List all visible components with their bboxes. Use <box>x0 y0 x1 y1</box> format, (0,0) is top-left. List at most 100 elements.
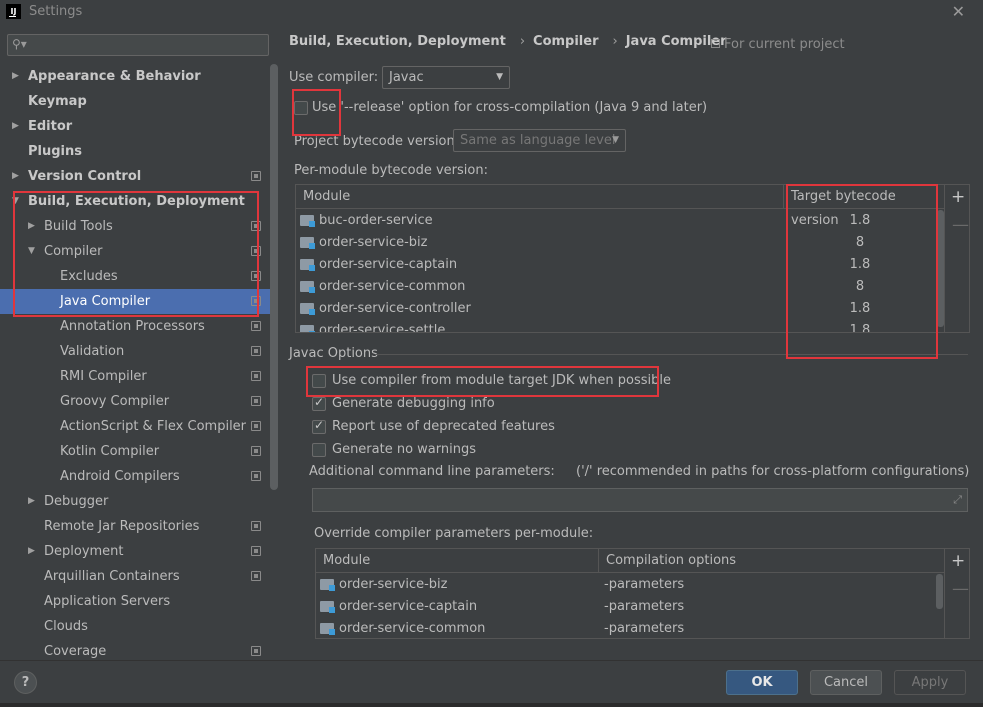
chevron-down-icon[interactable]: ▼ <box>12 189 19 214</box>
expand-icon[interactable]: ⤢ <box>953 493 962 507</box>
cancel-button[interactable]: Cancel <box>810 670 882 695</box>
remove-icon[interactable]: — <box>952 579 969 599</box>
table-row[interactable]: order-service-captain 1.8 <box>296 254 936 276</box>
no-warnings-label: Generate no warnings <box>332 442 477 457</box>
module-name: order-service-biz <box>319 235 428 250</box>
compilation-options[interactable]: -parameters <box>604 574 684 596</box>
column-header-module[interactable]: Module <box>316 549 599 573</box>
target-version[interactable]: 1.8 <box>784 254 936 276</box>
ok-button[interactable]: OK <box>726 670 798 695</box>
sidebar-item-label: Application Servers <box>44 594 171 609</box>
table-row[interactable]: order-service-biz -parameters <box>316 574 936 596</box>
sidebar-item[interactable]: ▼ Build, Execution, Deployment <box>0 189 270 214</box>
add-icon[interactable]: + <box>951 187 965 207</box>
sidebar-item[interactable]: Plugins <box>0 139 270 164</box>
sidebar-item[interactable]: Annotation Processors <box>0 314 270 339</box>
sidebar-item[interactable]: ▶ Deployment <box>0 539 270 564</box>
target-version[interactable]: 1.8 <box>784 320 936 332</box>
sidebar-item[interactable]: Android Compilers <box>0 464 270 489</box>
sidebar-item[interactable]: Application Servers <box>0 589 270 614</box>
project-scope-icon <box>251 271 261 281</box>
project-scope-icon <box>251 646 261 656</box>
override-scrollbar[interactable] <box>936 574 943 609</box>
no-warnings-checkbox[interactable] <box>312 443 326 457</box>
breadcrumb: Build, Execution, Deployment › Compiler › Ja… <box>289 34 733 49</box>
sidebar-item[interactable]: ▼ Compiler <box>0 239 270 264</box>
debug-info-checkbox[interactable] <box>312 395 326 411</box>
release-option-checkbox[interactable] <box>294 101 308 115</box>
sidebar-item[interactable]: Coverage <box>0 639 270 660</box>
search-input[interactable]: ⚲▾ <box>7 34 269 56</box>
compilation-options[interactable]: -parameters <box>604 596 684 618</box>
bytecode-version-select: Same as language level ▼ <box>453 129 626 152</box>
add-icon[interactable]: + <box>951 551 965 571</box>
sidebar-item[interactable]: Validation <box>0 339 270 364</box>
chevron-right-icon[interactable]: ▶ <box>28 539 35 564</box>
column-header-module[interactable]: Module <box>296 185 784 209</box>
use-compiler-value: Javac <box>389 70 424 85</box>
use-compiler-select[interactable]: Javac ▼ <box>382 66 510 89</box>
sidebar-item[interactable]: Java Compiler <box>0 289 270 314</box>
chevron-right-icon[interactable]: ▶ <box>12 114 19 139</box>
help-button[interactable]: ? <box>14 671 37 694</box>
sidebar-item[interactable]: ActionScript & Flex Compiler <box>0 414 270 439</box>
deprecated-checkbox[interactable] <box>312 418 326 434</box>
sidebar-item[interactable]: ▶ Appearance & Behavior <box>0 64 270 89</box>
table-row[interactable]: order-service-biz 8 <box>296 232 936 254</box>
table-row[interactable]: order-service-controller 1.8 <box>296 298 936 320</box>
table-row[interactable]: order-service-common 8 <box>296 276 936 298</box>
chevron-right-icon[interactable]: ▶ <box>12 64 19 89</box>
table-row[interactable]: buc-order-service 1.8 <box>296 210 936 232</box>
chevron-right-icon[interactable]: ▶ <box>28 489 35 514</box>
chevron-down-icon[interactable]: ▼ <box>28 239 35 264</box>
sidebar-item[interactable]: RMI Compiler <box>0 364 270 389</box>
project-scope-icon <box>251 246 261 256</box>
debug-info-label: Generate debugging info <box>332 396 495 411</box>
module-name: order-service-captain <box>339 599 478 614</box>
sidebar-item-label: Arquillian Containers <box>44 569 180 584</box>
compilation-options[interactable]: -parameters <box>604 618 684 638</box>
chevron-right-icon[interactable]: ▶ <box>28 214 35 239</box>
table-header: Module Target bytecode version <box>296 185 944 228</box>
sidebar-item[interactable]: Excludes <box>0 264 270 289</box>
remove-icon[interactable]: — <box>952 215 969 235</box>
table-row[interactable]: order-service-settle 1.8 <box>296 320 936 333</box>
target-version[interactable]: 8 <box>784 232 936 254</box>
settings-sidebar: ⚲▾ ▶ Appearance & Behavior Keymap ▶ Editor Pl… <box>0 24 278 660</box>
additional-params-input[interactable]: ⤢ <box>312 488 968 512</box>
use-compiler-label: Use compiler: <box>289 70 379 85</box>
module-name: order-service-captain <box>319 257 458 272</box>
table-header: Module Compilation options <box>316 549 944 573</box>
apply-button[interactable]: Apply <box>894 670 966 695</box>
table-row[interactable]: order-service-common -parameters <box>316 618 936 638</box>
sidebar-item[interactable]: Kotlin Compiler <box>0 439 270 464</box>
sidebar-item[interactable]: ▶ Version Control <box>0 164 270 189</box>
chevron-right-icon[interactable]: ▶ <box>12 164 19 189</box>
per-module-scrollbar[interactable] <box>937 210 944 327</box>
target-version[interactable]: 1.8 <box>784 298 936 320</box>
target-version[interactable]: 1.8 <box>784 210 936 232</box>
section-divider <box>376 354 968 355</box>
sidebar-item[interactable]: ▶ Build Tools <box>0 214 270 239</box>
close-icon[interactable]: ✕ <box>952 2 965 21</box>
sidebar-item[interactable]: Keymap <box>0 89 270 114</box>
sidebar-item-label: Groovy Compiler <box>60 394 170 409</box>
override-label: Override compiler parameters per-module: <box>314 526 594 541</box>
sidebar-item[interactable]: Remote Jar Repositories <box>0 514 270 539</box>
sidebar-item[interactable]: ▶ Editor <box>0 114 270 139</box>
sidebar-item-label: Coverage <box>44 644 107 659</box>
target-jdk-checkbox[interactable] <box>312 374 326 388</box>
column-header-options[interactable]: Compilation options <box>599 549 936 573</box>
sidebar-item-label: Version Control <box>28 169 142 184</box>
target-jdk-label: Use compiler from module target JDK when… <box>332 373 671 388</box>
target-version[interactable]: 8 <box>784 276 936 298</box>
sidebar-scrollbar[interactable] <box>270 64 278 490</box>
column-header-target[interactable]: Target bytecode version <box>784 185 936 228</box>
module-name: order-service-settle <box>319 323 446 333</box>
sidebar-item-label: Plugins <box>28 144 82 159</box>
sidebar-item[interactable]: Groovy Compiler <box>0 389 270 414</box>
table-row[interactable]: order-service-captain -parameters <box>316 596 936 618</box>
sidebar-item[interactable]: Clouds <box>0 614 270 639</box>
sidebar-item[interactable]: Arquillian Containers <box>0 564 270 589</box>
sidebar-item[interactable]: ▶ Debugger <box>0 489 270 514</box>
